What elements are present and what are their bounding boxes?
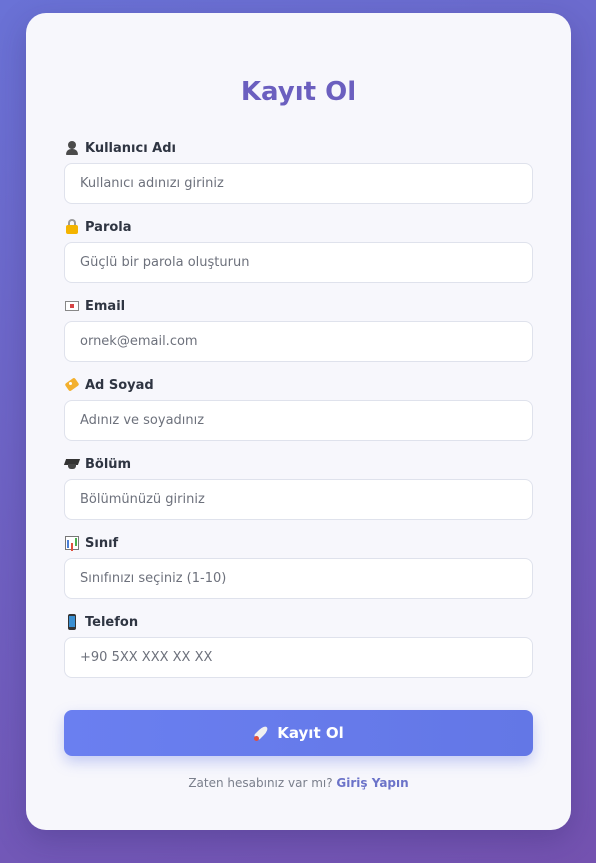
department-field-group: Bölüm bbox=[64, 454, 533, 520]
graduation-cap-icon bbox=[64, 456, 80, 472]
password-label: Parola bbox=[85, 219, 132, 235]
register-card: Kayıt Ol Kullanıcı Adı Parola Email Ad S… bbox=[26, 13, 571, 830]
mobile-phone-icon bbox=[64, 614, 80, 630]
label-tag-icon bbox=[64, 377, 80, 393]
fullname-field-group: Ad Soyad bbox=[64, 375, 533, 441]
phone-field-group: Telefon bbox=[64, 612, 533, 678]
login-prompt: Zaten hesabınız var mı? Giriş Yapın bbox=[26, 776, 571, 790]
department-input[interactable] bbox=[64, 479, 533, 520]
class-label: Sınıf bbox=[85, 535, 119, 551]
register-button-label: Kayıt Ol bbox=[277, 724, 344, 742]
login-link[interactable]: Giriş Yapın bbox=[336, 776, 408, 790]
password-input[interactable] bbox=[64, 242, 533, 283]
register-button[interactable]: Kayıt Ol bbox=[64, 710, 533, 756]
username-label: Kullanıcı Adı bbox=[85, 140, 177, 156]
envelope-icon bbox=[64, 298, 80, 314]
email-field-group: Email bbox=[64, 296, 533, 362]
bar-chart-icon bbox=[64, 535, 80, 551]
email-input[interactable] bbox=[64, 321, 533, 362]
page-title: Kayıt Ol bbox=[240, 77, 357, 107]
phone-label: Telefon bbox=[85, 614, 139, 630]
phone-input[interactable] bbox=[64, 637, 533, 678]
user-silhouette-icon bbox=[64, 140, 80, 156]
rocket-icon bbox=[253, 724, 271, 742]
password-field-group: Parola bbox=[64, 217, 533, 283]
username-field-group: Kullanıcı Adı bbox=[64, 138, 533, 204]
fullname-input[interactable] bbox=[64, 400, 533, 441]
class-input[interactable] bbox=[64, 558, 533, 599]
department-label: Bölüm bbox=[85, 456, 132, 472]
login-prompt-text: Zaten hesabınız var mı? bbox=[188, 776, 333, 790]
class-field-group: Sınıf bbox=[64, 533, 533, 599]
fullname-label: Ad Soyad bbox=[85, 377, 154, 393]
username-input[interactable] bbox=[64, 163, 533, 204]
email-label: Email bbox=[85, 298, 126, 314]
lock-icon bbox=[64, 219, 80, 235]
